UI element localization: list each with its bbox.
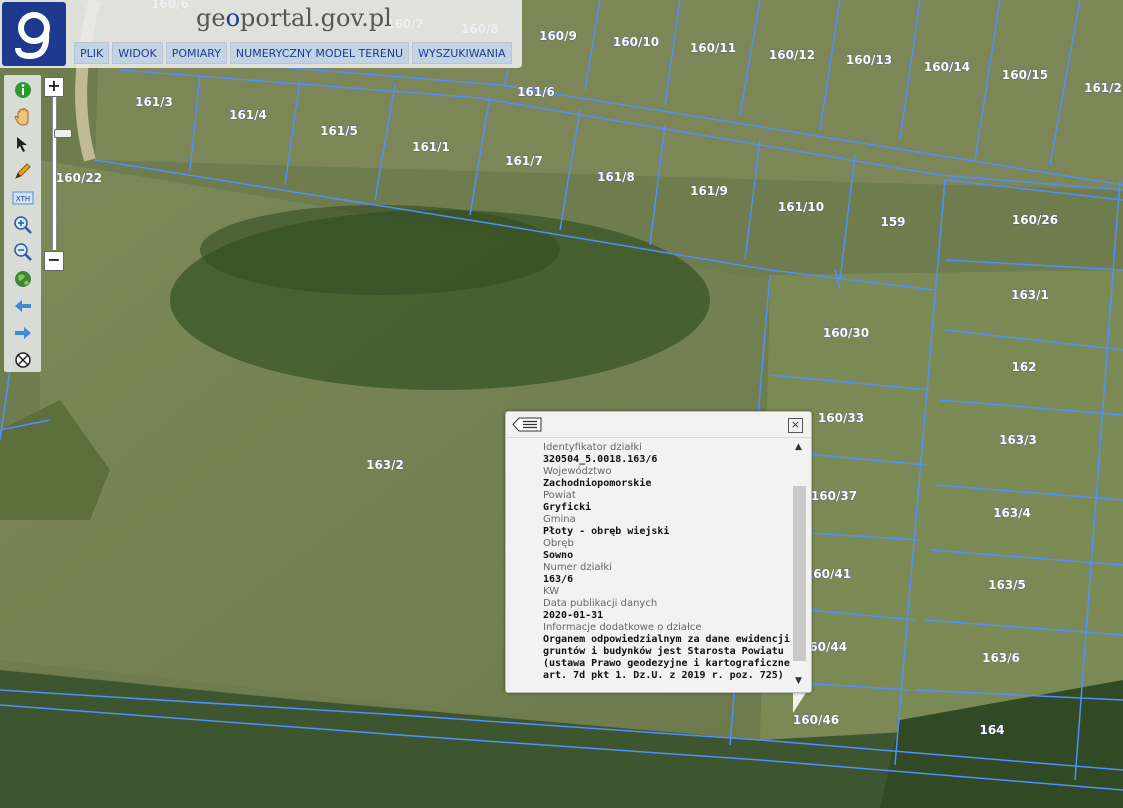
field-label: Powiat [543, 490, 576, 501]
parcel-label: 164 [979, 723, 1004, 737]
back-arrow-icon[interactable] [12, 295, 34, 317]
parcel-label: 163/2 [366, 458, 404, 472]
info-icon[interactable] [12, 79, 34, 101]
field-label: Województwo [543, 466, 612, 477]
parcel-label: 162 [1011, 360, 1036, 374]
popup-scrollbar[interactable]: ▲ ▼ [793, 442, 806, 688]
menu-plik[interactable]: PLIK [74, 42, 110, 64]
popup-close-button[interactable]: × [788, 418, 803, 433]
field-label: Gmina [543, 514, 576, 525]
g-logo-icon [15, 12, 50, 60]
field-label: Obręb [543, 538, 574, 549]
draw-pencil-icon[interactable] [12, 160, 34, 182]
app-header: geoportal.gov.pl PLIK WIDOK POMIARY NUME… [0, 0, 522, 68]
zoom-minus-button[interactable]: − [44, 251, 64, 271]
forward-arrow-icon[interactable] [12, 322, 34, 344]
list-back-icon[interactable] [512, 417, 542, 432]
parcel-label: 161/7 [505, 154, 543, 168]
parcel-label: 160/9 [539, 29, 577, 43]
geoportal-logo[interactable] [2, 2, 66, 66]
field-value: 320504_5.0018.163/6 [543, 454, 658, 465]
parcel-label: 160/10 [613, 35, 659, 49]
scroll-thumb[interactable] [793, 486, 806, 661]
select-arrow-icon[interactable] [12, 133, 34, 155]
menu-widok[interactable]: WIDOK [112, 42, 163, 64]
parcel-info-popup: × Identyfikator działki 320504_5.0018.163… [505, 411, 812, 693]
field-label: Data publikacji danych [543, 598, 658, 609]
xth-label: XTH [16, 195, 30, 203]
parcel-label: 161/10 [778, 200, 824, 214]
menu-numeryczny-model-terenu[interactable]: NUMERYCZNY MODEL TERENU [229, 42, 410, 64]
field-label: Numer działki [543, 562, 612, 573]
field-label: KW [543, 586, 560, 597]
parcel-label: 161/3 [135, 95, 173, 109]
parcel-label: 163/6 [982, 651, 1020, 665]
zoom-track[interactable] [52, 97, 72, 250]
menu-pomiary[interactable]: POMIARY [165, 42, 227, 64]
field-value: Zachodniopomorskie [543, 478, 652, 489]
map-toolbar: XTH [4, 75, 41, 372]
site-title: geoportal.gov.pl [196, 4, 392, 32]
parcel-label: 161/2 [1084, 81, 1122, 95]
field-east [760, 270, 1123, 745]
zoom-out-icon[interactable] [12, 241, 34, 263]
parcel-label: 160/30 [823, 326, 869, 340]
popup-pointer [793, 691, 807, 713]
zoom-in-icon[interactable] [12, 214, 34, 236]
clear-icon[interactable] [12, 349, 34, 371]
parcel-label: 160/37 [811, 489, 857, 503]
parcel-label: 163/1 [1011, 288, 1049, 302]
parcel-label: 160/14 [924, 60, 970, 74]
parcel-label: 161/9 [690, 184, 728, 198]
parcel-label: 161/8 [597, 170, 635, 184]
parcel-label: 160/33 [818, 411, 864, 425]
field-value: Sowno [543, 550, 574, 561]
field-value: 2020-01-31 [543, 610, 604, 621]
zoom-handle[interactable] [54, 129, 72, 138]
parcel-label: 160/12 [769, 48, 815, 62]
parcel-label: 160/15 [1002, 68, 1048, 82]
field-value: Gryficki [543, 502, 592, 513]
field-value: Organem odpowiedzialnym za dane ewidencj… [543, 634, 790, 681]
dark-vegetation-2 [200, 205, 560, 295]
field-label: Identyfikator działki [543, 442, 642, 453]
popup-content: Identyfikator działki 320504_5.0018.163/6… [543, 442, 791, 686]
field-value: Płoty - obręb wiejski [543, 526, 670, 537]
scroll-up-icon[interactable]: ▲ [795, 442, 802, 452]
globe-icon[interactable] [12, 268, 34, 290]
parcel-label: 159 [880, 215, 905, 229]
zoom-plus-button[interactable]: + [44, 77, 64, 97]
menu-wyszukiwania[interactable]: WYSZUKIWANIA [412, 42, 512, 64]
zoom-slider: + − [44, 77, 72, 272]
parcel-label: 163/3 [999, 433, 1037, 447]
field-label: Informacje dodatkowe o działce [543, 622, 702, 633]
parcel-label: 160/11 [690, 41, 736, 55]
parcel-label: 163/5 [988, 578, 1026, 592]
pan-hand-icon[interactable] [12, 106, 34, 128]
parcel-label: 161/4 [229, 108, 267, 122]
xth-icon[interactable]: XTH [12, 187, 34, 209]
parcel-label: 161/5 [320, 124, 358, 138]
parcel-label: 161/1 [412, 140, 450, 154]
field-value: 163/6 [543, 574, 574, 585]
main-menu: PLIK WIDOK POMIARY NUMERYCZNY MODEL TERE… [74, 42, 512, 64]
parcel-label: 161/6 [517, 85, 555, 99]
scroll-down-icon[interactable]: ▼ [795, 676, 802, 686]
parcel-label: 163/4 [993, 506, 1031, 520]
parcel-label: 160/13 [846, 53, 892, 67]
popup-header: × [506, 412, 811, 438]
parcel-label: 160/26 [1012, 213, 1058, 227]
parcel-label: 160/46 [793, 713, 839, 727]
